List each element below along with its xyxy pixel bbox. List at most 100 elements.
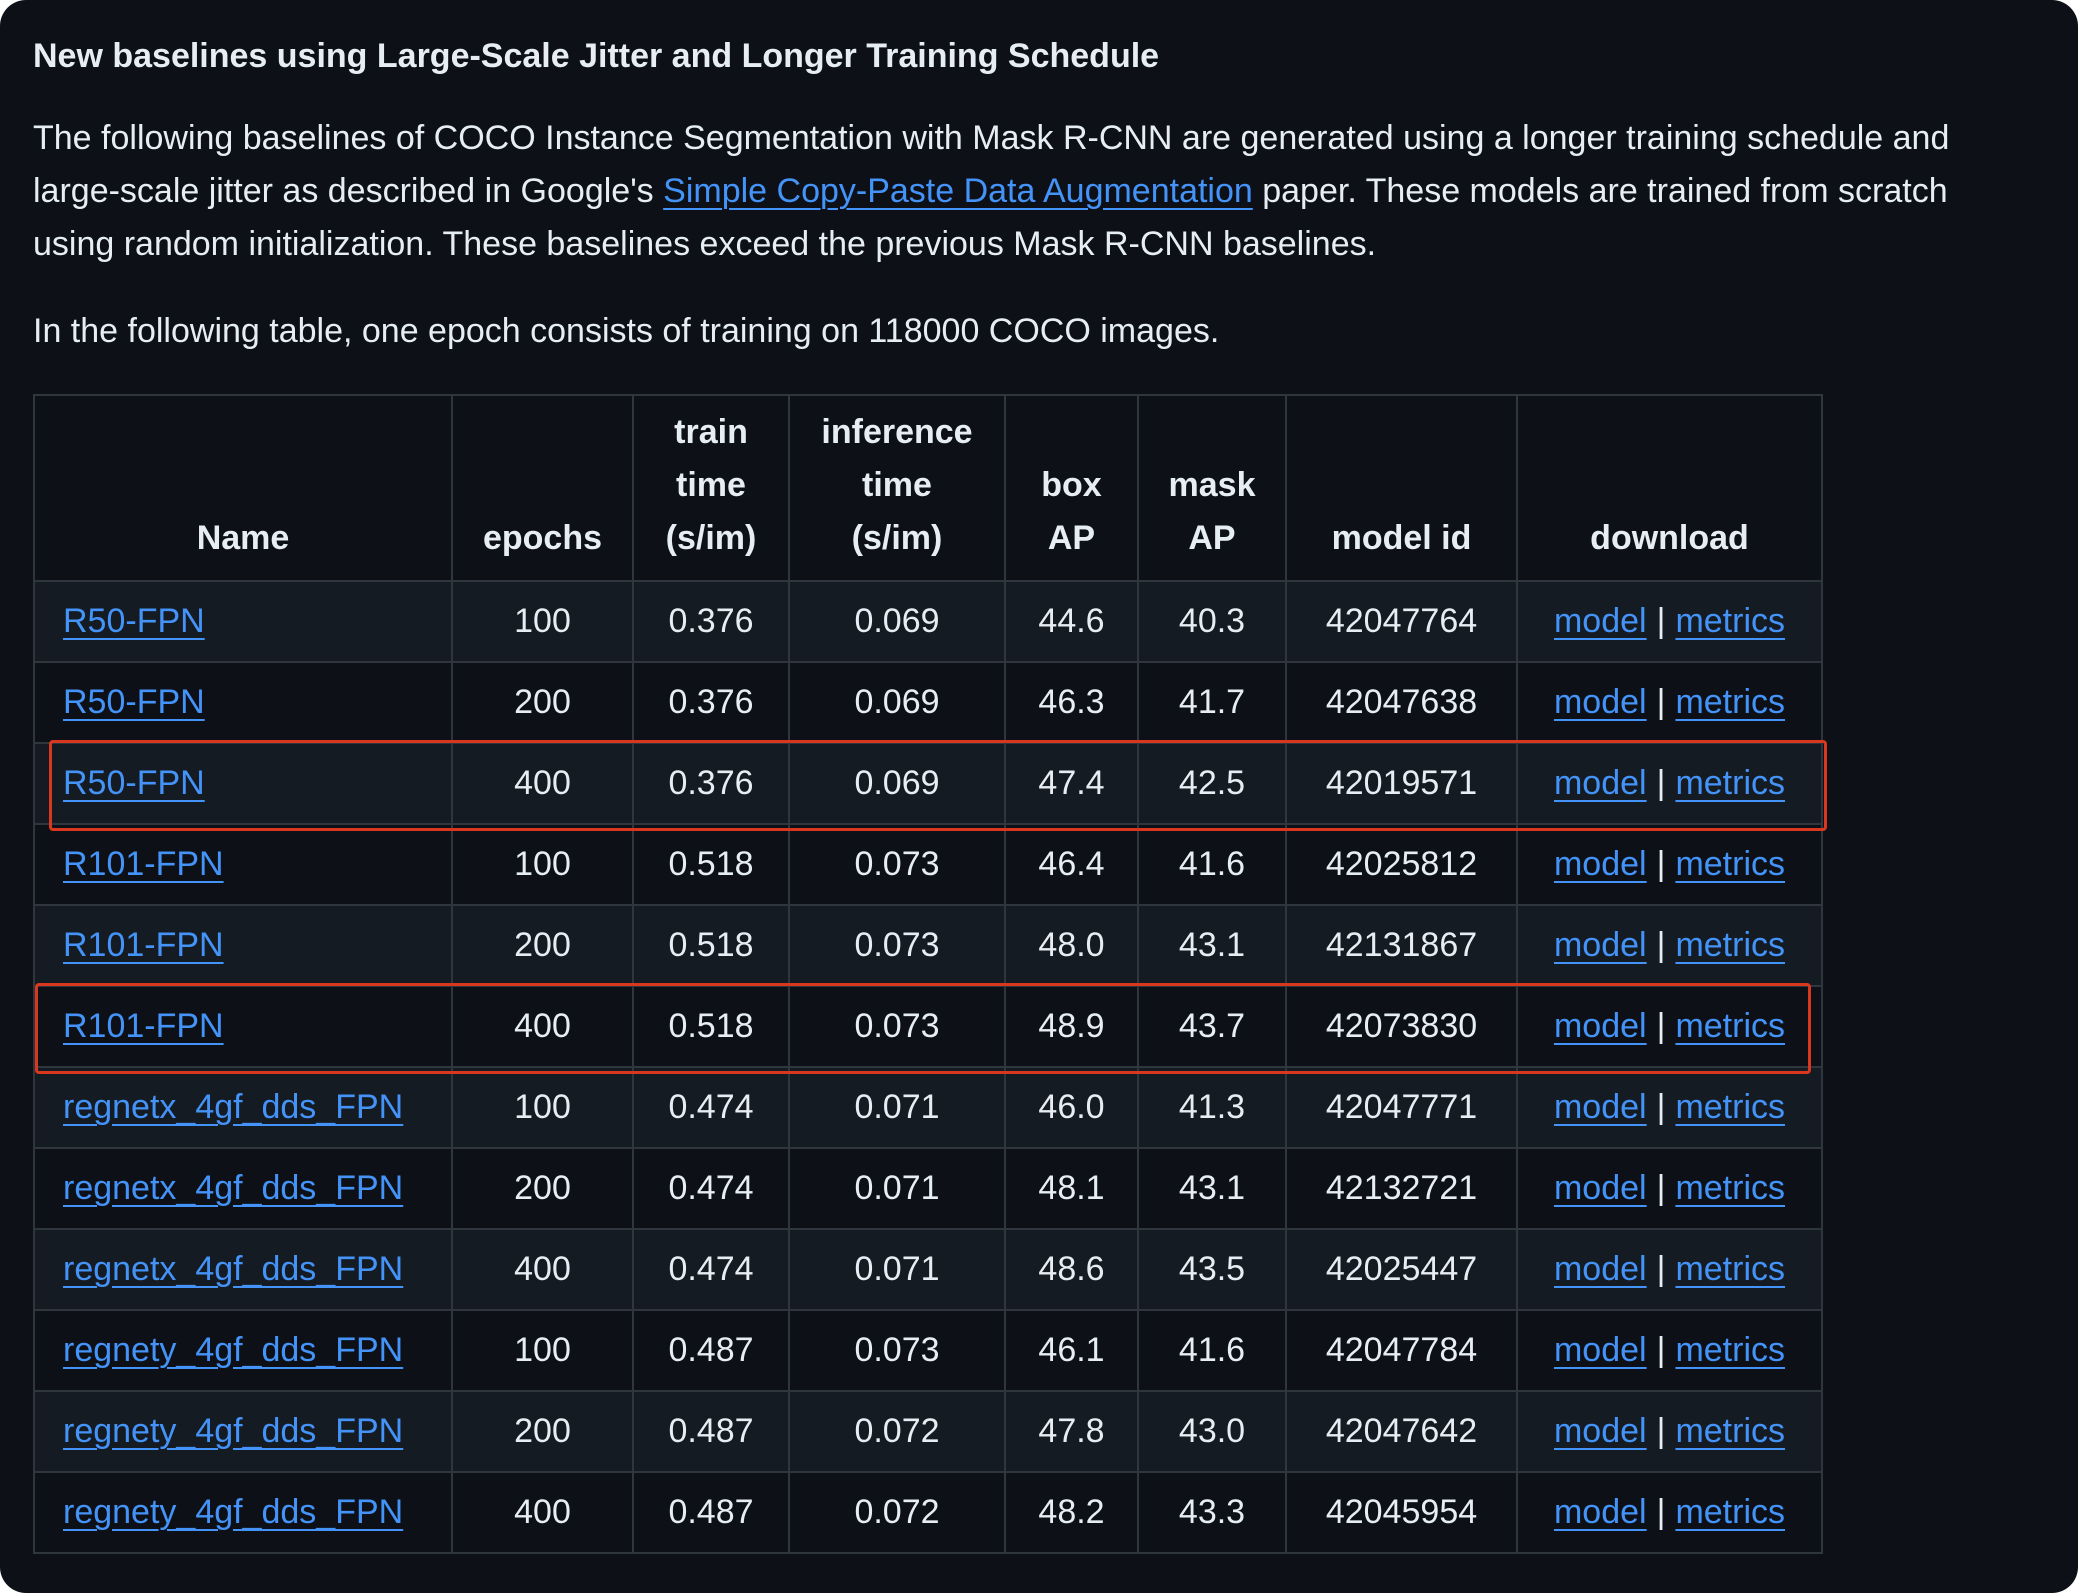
model-download-link[interactable]: model: [1554, 1088, 1647, 1126]
model-download-link[interactable]: model: [1554, 926, 1647, 964]
model-download-link[interactable]: model: [1554, 602, 1647, 640]
metrics-link[interactable]: metrics: [1675, 1007, 1785, 1045]
cell-name: regnetx_4gf_dds_FPN: [33, 1228, 453, 1311]
cell-name: R101-FPN: [33, 985, 453, 1068]
cell-epochs: 200: [451, 904, 634, 987]
header-box-ap: box AP: [1004, 394, 1139, 582]
link-separator: |: [1656, 1007, 1666, 1045]
cell-epochs: 400: [451, 1228, 634, 1311]
table-row: R50-FPN 200 0.376 0.069 46.3 41.7 42047638 mode…: [33, 661, 1823, 744]
link-separator: |: [1656, 602, 1666, 640]
model-download-link[interactable]: model: [1554, 845, 1647, 883]
table-row: R101-FPN 100 0.518 0.073 46.4 41.6 42025812 mod…: [33, 823, 1823, 906]
cell-mask-ap: 41.6: [1137, 1309, 1287, 1392]
metrics-link[interactable]: metrics: [1675, 1250, 1785, 1288]
cell-box-ap: 48.2: [1004, 1471, 1139, 1554]
table-row: R101-FPN 200 0.518 0.073 48.0 43.1 42131867 mod…: [33, 904, 1823, 987]
link-separator: |: [1656, 926, 1666, 964]
cell-model-id: 42132721: [1285, 1147, 1518, 1230]
model-download-link[interactable]: model: [1554, 1007, 1647, 1045]
link-separator: |: [1656, 1169, 1666, 1207]
cell-name: R101-FPN: [33, 823, 453, 906]
model-download-link[interactable]: model: [1554, 1250, 1647, 1288]
cell-train-time: 0.474: [632, 1228, 790, 1311]
metrics-link[interactable]: metrics: [1675, 845, 1785, 883]
metrics-link[interactable]: metrics: [1675, 683, 1785, 721]
metrics-link[interactable]: metrics: [1675, 926, 1785, 964]
cell-mask-ap: 41.6: [1137, 823, 1287, 906]
cell-mask-ap: 43.5: [1137, 1228, 1287, 1311]
model-name-link[interactable]: R101-FPN: [63, 1007, 224, 1045]
cell-train-time: 0.474: [632, 1066, 790, 1149]
metrics-link[interactable]: metrics: [1675, 1412, 1785, 1450]
cell-inference-time: 0.069: [788, 742, 1006, 825]
model-download-link[interactable]: model: [1554, 1331, 1647, 1369]
cell-epochs: 100: [451, 580, 634, 663]
cell-download: model | metrics: [1516, 904, 1823, 987]
model-name-link[interactable]: R50-FPN: [63, 764, 205, 802]
cell-inference-time: 0.071: [788, 1147, 1006, 1230]
model-download-link[interactable]: model: [1554, 1412, 1647, 1450]
cell-mask-ap: 43.1: [1137, 1147, 1287, 1230]
cell-box-ap: 44.6: [1004, 580, 1139, 663]
cell-train-time: 0.487: [632, 1309, 790, 1392]
cell-name: regnety_4gf_dds_FPN: [33, 1309, 453, 1392]
model-name-link[interactable]: regnetx_4gf_dds_FPN: [63, 1250, 403, 1288]
model-name-link[interactable]: R50-FPN: [63, 683, 205, 721]
header-mask-ap: mask AP: [1137, 394, 1287, 582]
cell-train-time: 0.376: [632, 742, 790, 825]
header-inference-time: inference time (s/im): [788, 394, 1006, 582]
metrics-link[interactable]: metrics: [1675, 1169, 1785, 1207]
model-name-link[interactable]: regnety_4gf_dds_FPN: [63, 1412, 403, 1450]
cell-box-ap: 46.0: [1004, 1066, 1139, 1149]
table-row: regnety_4gf_dds_FPN 100 0.487 0.073 46.1 41.6…: [33, 1309, 1823, 1392]
cell-box-ap: 46.3: [1004, 661, 1139, 744]
cell-download: model | metrics: [1516, 1228, 1823, 1311]
cell-epochs: 400: [451, 1471, 634, 1554]
model-name-link[interactable]: R50-FPN: [63, 602, 205, 640]
cell-box-ap: 48.9: [1004, 985, 1139, 1068]
cell-inference-time: 0.069: [788, 661, 1006, 744]
model-download-link[interactable]: model: [1554, 1493, 1647, 1531]
header-name: Name: [33, 394, 453, 582]
model-download-link[interactable]: model: [1554, 683, 1647, 721]
cell-train-time: 0.518: [632, 985, 790, 1068]
link-separator: |: [1656, 683, 1666, 721]
header-download: download: [1516, 394, 1823, 582]
model-name-link[interactable]: regnety_4gf_dds_FPN: [63, 1331, 403, 1369]
metrics-link[interactable]: metrics: [1675, 602, 1785, 640]
metrics-link[interactable]: metrics: [1675, 764, 1785, 802]
cell-mask-ap: 43.0: [1137, 1390, 1287, 1473]
cell-name: regnety_4gf_dds_FPN: [33, 1390, 453, 1473]
metrics-link[interactable]: metrics: [1675, 1088, 1785, 1126]
cell-train-time: 0.376: [632, 580, 790, 663]
table-row: R50-FPN 100 0.376 0.069 44.6 40.3 42047764 mode…: [33, 580, 1823, 663]
model-name-link[interactable]: regnetx_4gf_dds_FPN: [63, 1169, 403, 1207]
model-name-link[interactable]: regnety_4gf_dds_FPN: [63, 1493, 403, 1531]
copy-paste-paper-link[interactable]: Simple Copy-Paste Data Augmentation: [663, 172, 1253, 210]
cell-box-ap: 48.1: [1004, 1147, 1139, 1230]
cell-box-ap: 46.4: [1004, 823, 1139, 906]
cell-model-id: 42047771: [1285, 1066, 1518, 1149]
cell-inference-time: 0.072: [788, 1471, 1006, 1554]
cell-inference-time: 0.072: [788, 1390, 1006, 1473]
cell-epochs: 200: [451, 1147, 634, 1230]
model-download-link[interactable]: model: [1554, 764, 1647, 802]
cell-train-time: 0.474: [632, 1147, 790, 1230]
cell-model-id: 42045954: [1285, 1471, 1518, 1554]
cell-mask-ap: 43.1: [1137, 904, 1287, 987]
model-name-link[interactable]: R101-FPN: [63, 845, 224, 883]
cell-download: model | metrics: [1516, 580, 1823, 663]
metrics-link[interactable]: metrics: [1675, 1331, 1785, 1369]
section-heading: New baselines using Large-Scale Jitter a…: [33, 37, 1160, 75]
model-name-link[interactable]: regnetx_4gf_dds_FPN: [63, 1088, 403, 1126]
cell-name: R50-FPN: [33, 661, 453, 744]
table-header-row: Name epochs train time (s/im) inference tim…: [33, 394, 1823, 582]
model-name-link[interactable]: R101-FPN: [63, 926, 224, 964]
cell-download: model | metrics: [1516, 742, 1823, 825]
model-download-link[interactable]: model: [1554, 1169, 1647, 1207]
link-separator: |: [1656, 845, 1666, 883]
table-row: regnetx_4gf_dds_FPN 200 0.474 0.071 48.1 43.1…: [33, 1147, 1823, 1230]
cell-mask-ap: 43.3: [1137, 1471, 1287, 1554]
metrics-link[interactable]: metrics: [1675, 1493, 1785, 1531]
